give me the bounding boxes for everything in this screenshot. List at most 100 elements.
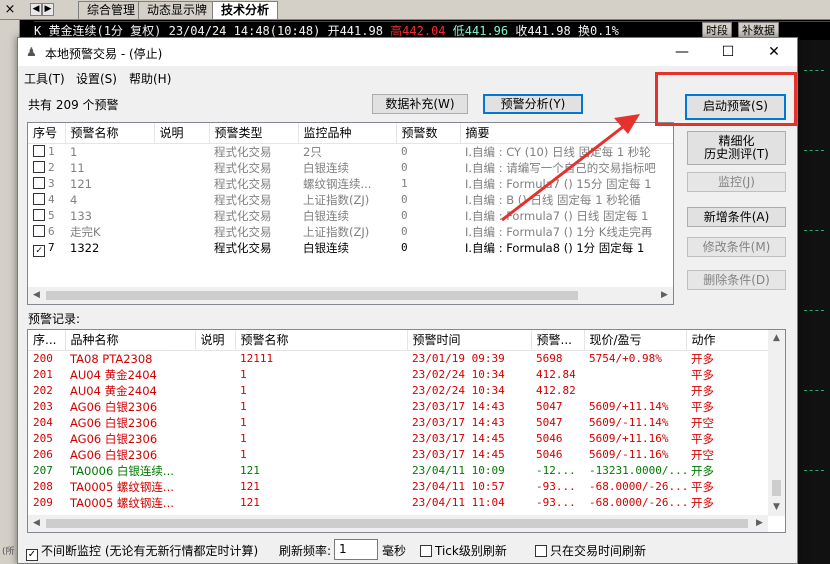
fill-data-chip[interactable]: 补数据 [738,22,779,38]
scroll-up-icon[interactable]: ▲ [768,330,785,347]
menu-help[interactable]: 帮助(H) [129,70,171,87]
alert-row[interactable]: 3 121 程式化交易 螺纹钢连续... 1 I.自编 : Formula7 () 15分… [28,176,673,192]
column-header-alert-type[interactable]: 预警类型 [209,123,299,144]
maximize-button[interactable]: ☐ [705,38,751,66]
column-header-alert-name[interactable]: 预警名称 [65,123,155,144]
menu-settings[interactable]: 设置(S) [76,70,117,87]
alert-row[interactable]: 2 11 程式化交易 白银连续 0 I.自编 : 请编写一个自己的交易指标吧 [28,160,673,176]
record-row[interactable]: 209 TA0005 螺纹钢连... 121 23/04/11 11:04 -93...… [28,495,769,511]
monitor-target-cell: 白银连续 [303,160,349,175]
column-header-current-pnl[interactable]: 现价/盈亏 [584,330,687,351]
alert-analysis-button[interactable]: 预警分析(Y) [483,94,583,114]
scroll-thumb[interactable] [46,519,748,528]
record-row[interactable]: 203 AG06 白银2306 1 23/03/17 14:43 5047 5609/+1… [28,399,769,415]
record-row[interactable]: 208 TA0005 螺纹钢连... 121 23/04/11 10:57 -93...… [28,479,769,495]
column-header-alert-time[interactable]: 预警时间 [407,330,532,351]
alert-count-cell: 0 [401,192,408,206]
modify-condition-button[interactable]: 修改条件(M) [687,237,786,257]
record-alert-name-cell: 1 [240,399,247,413]
tick-refresh-option[interactable]: Tick级别刷新 [420,542,507,559]
column-header-instrument-name[interactable]: 品种名称 [65,330,196,351]
alert-row[interactable]: 5 133 程式化交易 白银连续 0 I.自编 : Formula7 () 日线 固定每 … [28,208,673,224]
scroll-thumb[interactable] [46,291,578,300]
alert-enable-checkbox[interactable] [33,144,45,157]
record-row[interactable]: 200 TA08 PTA2308 12111 23/01/19 09:39 5698 57… [28,350,769,367]
tab-technical-analysis[interactable]: 技术分析 [212,1,279,19]
tab-scroll-left-icon[interactable]: ◀ [30,3,42,16]
column-header-record-alert-name[interactable]: 预警名称 [235,330,408,351]
record-row[interactable]: 202 AU04 黄金2404 1 23/02/24 10:34 412.82 开多 [28,383,769,399]
alert-time-cell: 23/03/17 14:43 [412,415,505,429]
record-row[interactable]: 204 AG06 白银2306 1 23/03/17 14:43 5047 5609/-1… [28,415,769,431]
scroll-thumb[interactable] [772,480,781,496]
trading-time-only-checkbox[interactable] [535,545,547,557]
current-pnl-cell: -68.0000/-26... [589,479,686,493]
minimize-button[interactable]: — [659,38,705,66]
data-fill-button[interactable]: 数据补充(W) [372,94,468,114]
tab-dynamic-board[interactable]: 动态显示牌 [138,1,217,19]
column-header-action[interactable]: 动作 [686,330,770,351]
refresh-frequency-input[interactable]: 1 [334,539,378,560]
tab-scroll-right-icon[interactable]: ▶ [42,3,54,16]
alert-enable-checkbox[interactable] [33,192,45,205]
continuous-monitor-option[interactable]: ✓ 不间断监控 (无论有无新行情都定时计算) [26,542,258,561]
record-row[interactable]: 205 AG06 白银2306 1 23/03/17 14:45 5046 5609/+1… [28,431,769,447]
alert-enable-checkbox[interactable] [33,224,45,237]
monitor-button[interactable]: 监控(J) [687,172,786,192]
alert-name-cell: 走完K [70,224,101,239]
delete-condition-button[interactable]: 删除条件(D) [687,270,786,290]
tab-scroll-arrows: ◀ ▶ [30,3,76,17]
close-window-button[interactable]: ✕ [751,38,797,66]
title-bar[interactable]: ♟ 本地预警交易 - (停止) — ☐ ✕ [18,38,797,66]
column-header-no[interactable]: 序号 [28,123,66,144]
alert-row[interactable]: 1 1 程式化交易 2只 0 I.自编 : CY (10) 日线 固定每 1 秒轮 [28,143,673,160]
scroll-right-icon[interactable]: ▶ [656,287,673,304]
record-row[interactable]: 206 AG06 白银2306 1 23/03/17 14:45 5046 5609/-1… [28,447,769,463]
tick-refresh-checkbox[interactable] [420,545,432,557]
column-header-description[interactable]: 说明 [154,123,210,144]
column-header-monitor-target[interactable]: 监控品种 [298,123,397,144]
highlight-box [655,72,797,126]
alert-row[interactable]: ✓ 7 1322 程式化交易 白银连续 0 I.自编 : Formula8 () 1分 固定… [28,240,673,257]
column-header-record-no[interactable]: 序... [28,330,66,351]
alert-row[interactable]: 4 4 程式化交易 上证指数(ZJ) 0 I.自编 : B () 日线 固定每 1 秒轮循 [28,192,673,208]
scroll-left-icon[interactable]: ◀ [28,287,45,304]
scroll-down-icon[interactable]: ▼ [768,499,785,516]
add-condition-button[interactable]: 新增条件(A) [687,207,786,227]
alert-no-cell: 5 [28,208,65,224]
alert-enable-checkbox[interactable] [33,176,45,189]
records-vertical-scrollbar[interactable]: ▲ ▼ [768,330,785,516]
alert-price-cell: -93... [536,495,576,509]
session-chip[interactable]: 时段 [702,22,732,38]
column-header-alert-price[interactable]: 预警... [531,330,585,351]
alert-row[interactable]: 6 走完K 程式化交易 上证指数(ZJ) 0 I.自编 : Formula7 () 1分 … [28,224,673,240]
record-alert-name-cell: 1 [240,447,247,461]
column-header-record-description[interactable]: 说明 [195,330,236,351]
background-tab-bar: × ◀ ▶ 综合管理 动态显示牌 技术分析 [0,0,830,20]
trading-time-only-option[interactable]: 只在交易时间刷新 [535,542,646,559]
scroll-right-icon[interactable]: ▶ [751,515,768,532]
grid-line [804,150,824,151]
ticker-open: 开441.98 [327,24,383,38]
alert-description-cell [154,240,209,257]
alert-horizontal-scrollbar[interactable]: ◀ ▶ [28,287,673,304]
record-row[interactable]: 201 AU04 黄金2404 1 23/02/24 10:34 412.84 平多 [28,367,769,383]
alert-count-cell: 1 [401,176,408,190]
continuous-monitor-checkbox[interactable]: ✓ [26,549,38,561]
alert-enable-checkbox[interactable] [33,160,45,173]
alert-no-text: 7 [48,240,55,254]
column-header-summary[interactable]: 摘要 [460,123,673,144]
refine-backtest-button[interactable]: 精细化 历史测评(T) [687,131,786,165]
records-horizontal-scrollbar[interactable]: ◀ ▶ [28,515,768,532]
scroll-left-icon[interactable]: ◀ [28,515,45,532]
tab-general-management[interactable]: 综合管理 [78,1,145,19]
alert-enable-checkbox[interactable]: ✓ [33,244,45,257]
alert-description-cell [154,208,209,224]
alert-enable-checkbox[interactable] [33,208,45,221]
close-icon[interactable]: × [2,2,18,17]
action-cell: 开空 [691,447,714,462]
record-row[interactable]: 207 TA0006 白银连续... 121 23/04/11 10:09 -12...… [28,463,769,479]
alert-count-summary: 共有 209 个预警 [28,98,119,112]
menu-tools[interactable]: 工具(T) [24,70,65,87]
column-header-alert-count[interactable]: 预警数 [396,123,461,144]
